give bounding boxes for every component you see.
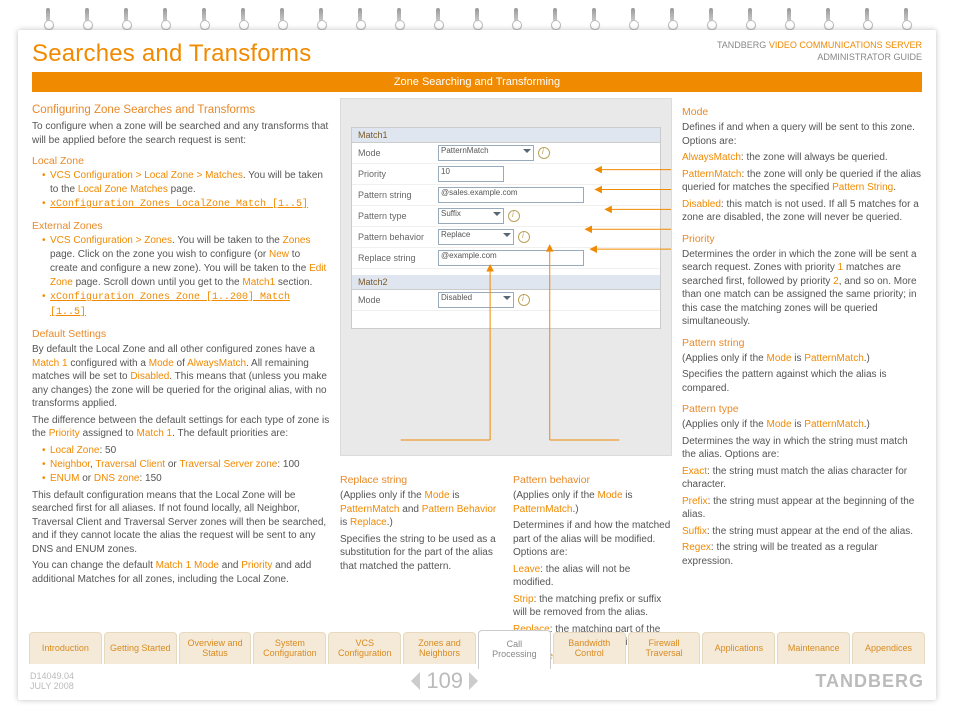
intro-text: To configure when a zone will be searche…	[32, 120, 330, 147]
mode-body: Defines if and when a query will be sent…	[682, 121, 922, 148]
bottom-tabs: IntroductionGetting StartedOverview and …	[28, 632, 926, 664]
tab-vcs-configuration[interactable]: VCS Configuration	[328, 632, 401, 664]
pt-applies: (Applies only if the Mode is PatternMatc…	[682, 418, 922, 432]
local-zone-path: VCS Configuration > Local Zone > Matches…	[42, 169, 330, 197]
middle-column: Match1 ModePatternMatch Priority10 Patte…	[340, 98, 672, 610]
prev-page-icon[interactable]	[402, 672, 420, 690]
def-pri-enum: ENUM or DNS zone: 150	[42, 472, 330, 486]
tab-overview-and-status[interactable]: Overview and Status	[179, 632, 252, 664]
def-pri-neighbor: Neighbor, Traversal Client or Traversal …	[42, 458, 330, 472]
mock-row-rstring: Replace string@example.com	[352, 248, 660, 269]
tab-call-processing[interactable]: Call Processing	[478, 630, 551, 669]
info-icon	[518, 294, 530, 306]
heading-pattern-behavior: Pattern behavior	[513, 474, 672, 486]
config-screenshot: Match1 ModePatternMatch Priority10 Patte…	[340, 98, 672, 456]
default-p3: This default configuration means that th…	[32, 489, 330, 557]
info-icon	[518, 231, 530, 243]
mode-patternmatch: PatternMatch: the zone will only be quer…	[682, 168, 922, 195]
priority-body: Determines the order in which the zone w…	[682, 248, 922, 329]
ext-zone-path: VCS Configuration > Zones. You will be t…	[42, 234, 330, 290]
tab-introduction[interactable]: Introduction	[29, 632, 102, 664]
default-p2: The difference between the default setti…	[32, 414, 330, 441]
mock-row-pstring: Pattern string@sales.example.com	[352, 185, 660, 206]
pt-prefix: Prefix: the string must appear at the be…	[682, 495, 922, 522]
ps-applies: (Applies only if the Mode is PatternMatc…	[682, 352, 922, 366]
footer: D14049.04JULY 2008 109 TANDBERG	[30, 668, 924, 694]
heading-priority: Priority	[682, 233, 922, 245]
next-page-icon[interactable]	[469, 672, 487, 690]
heading-external-zones: External Zones	[32, 220, 330, 232]
default-p1: By default the Local Zone and all other …	[32, 343, 330, 411]
section-banner: Zone Searching and Transforming	[32, 72, 922, 92]
right-column: Mode Defines if and when a query will be…	[682, 98, 922, 610]
mode-always: AlwaysMatch: the zone will always be que…	[682, 151, 922, 165]
heading-local-zone: Local Zone	[32, 155, 330, 167]
tab-bandwidth-control[interactable]: Bandwidth Control	[553, 632, 626, 664]
mock-row-priority: Priority10	[352, 164, 660, 185]
heading-configuring: Configuring Zone Searches and Transforms	[32, 104, 330, 116]
local-zone-matches-link[interactable]: Local Zone Matches	[78, 184, 168, 195]
heading-mode: Mode	[682, 106, 922, 118]
ext-zone-xconfig: xConfiguration Zones Zone [1..200] Match…	[42, 290, 330, 320]
info-icon	[538, 147, 550, 159]
pt-suffix: Suffix: the string must appear at the en…	[682, 525, 922, 539]
heading-pattern-type: Pattern type	[682, 403, 922, 415]
tab-zones-and-neighbors[interactable]: Zones and Neighbors	[403, 632, 476, 664]
heading-pattern-string: Pattern string	[682, 337, 922, 349]
page-sheet: Searches and Transforms TANDBERG VIDEO C…	[18, 30, 936, 700]
brand-header: TANDBERG VIDEO COMMUNICATIONS SERVER ADM…	[717, 40, 922, 63]
page-title: Searches and Transforms	[32, 40, 311, 68]
left-column: Configuring Zone Searches and Transforms…	[32, 98, 330, 610]
pattern-string-link[interactable]: Pattern String	[832, 182, 893, 193]
tab-getting-started[interactable]: Getting Started	[104, 632, 177, 664]
heading-default-settings: Default Settings	[32, 328, 330, 340]
tab-maintenance[interactable]: Maintenance	[777, 632, 850, 664]
mock-row-mode2: ModeDisabled	[352, 290, 660, 311]
mode-disabled: Disabled: this match is not used. If all…	[682, 198, 922, 225]
mock-row-mode: ModePatternMatch	[352, 143, 660, 164]
xconfig-zone-link[interactable]: xConfiguration Zones Zone [1..200] Match…	[50, 292, 290, 318]
pt-body: Determines the way in which the string m…	[682, 435, 922, 462]
tab-applications[interactable]: Applications	[702, 632, 775, 664]
brand-footer: TANDBERG	[815, 671, 924, 692]
ps-body: Specifies the pattern against which the …	[682, 368, 922, 395]
heading-replace-string: Replace string	[340, 474, 499, 486]
pt-exact: Exact: the string must match the alias c…	[682, 465, 922, 492]
xconfig-localzone-link[interactable]: xConfiguration Zones LocalZone Match [1.…	[50, 199, 308, 210]
mock-match2-header: Match2	[352, 275, 660, 290]
zones-link[interactable]: Zones	[283, 235, 311, 246]
tab-firewall-traversal[interactable]: Firewall Traversal	[628, 632, 701, 664]
info-icon	[508, 210, 520, 222]
default-p4: You can change the default Match 1 Mode …	[32, 559, 330, 586]
def-pri-local: Local Zone: 50	[42, 444, 330, 458]
mock-match1-header: Match1	[352, 128, 660, 143]
page-number: 109	[402, 668, 487, 694]
mock-row-pbeh: Pattern behaviorReplace	[352, 227, 660, 248]
local-zone-xconfig: xConfiguration Zones LocalZone Match [1.…	[42, 197, 330, 212]
tab-appendices[interactable]: Appendices	[852, 632, 925, 664]
tab-system-configuration[interactable]: System Configuration	[253, 632, 326, 664]
mock-row-ptype: Pattern typeSuffix	[352, 206, 660, 227]
pt-regex: Regex: the string will be treated as a r…	[682, 541, 922, 568]
doc-info: D14049.04JULY 2008	[30, 671, 74, 691]
